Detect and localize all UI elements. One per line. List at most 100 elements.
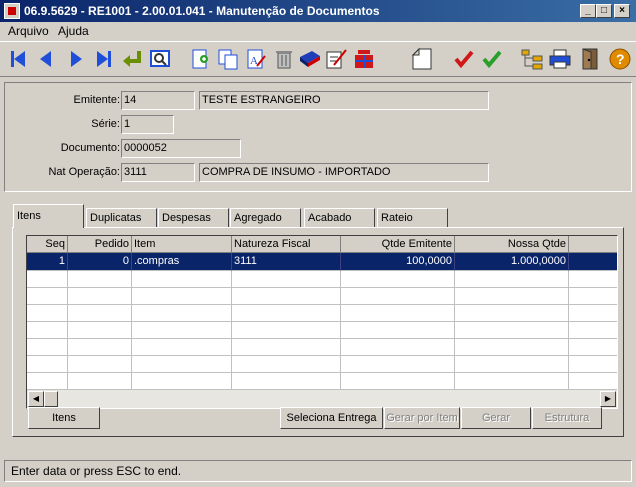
table-row[interactable]: 1 0 .compras 3111 100,0000 1.000,0000 (27, 253, 617, 271)
empty-cell (341, 373, 455, 390)
cell-filler (569, 253, 617, 271)
empty-cell (132, 339, 232, 356)
edit-icon[interactable]: A (244, 47, 268, 71)
tab-rateio[interactable]: Rateio (377, 208, 448, 228)
menu-bar: Arquivo Ajuda (0, 22, 636, 40)
col-pedido-header[interactable]: Pedido (68, 236, 132, 253)
cancel-check-icon[interactable] (452, 47, 476, 71)
print-icon[interactable] (548, 47, 572, 71)
empty-cell (455, 288, 569, 305)
gift-icon[interactable] (352, 47, 376, 71)
empty-cell (232, 288, 341, 305)
close-button[interactable]: × (614, 4, 630, 18)
documento-field[interactable]: 0000052 (121, 139, 241, 158)
tab-duplicatas[interactable]: Duplicatas (86, 208, 157, 228)
blank-page-icon[interactable] (410, 47, 434, 71)
prev-icon[interactable] (34, 47, 58, 71)
estrutura-button[interactable]: Estrutura (532, 407, 602, 429)
copy-icon[interactable] (216, 47, 240, 71)
empty-cell (68, 288, 132, 305)
emitente-name-field: TESTE ESTRANGEIRO (199, 91, 489, 110)
empty-cell (569, 373, 617, 390)
empty-cell (68, 322, 132, 339)
tree-icon[interactable] (520, 47, 544, 71)
empty-cell (341, 322, 455, 339)
first-icon[interactable] (6, 47, 30, 71)
col-item-header[interactable]: Item (132, 236, 232, 253)
itens-button[interactable]: Itens (28, 407, 100, 429)
goto-icon[interactable] (120, 47, 144, 71)
serie-label: Série: (91, 118, 120, 130)
itens-tab-panel: Seq Pedido Item Natureza Fiscal Qtde Emi… (12, 227, 624, 437)
natop-code-field[interactable]: 3111 (121, 163, 195, 182)
new-icon[interactable] (188, 47, 212, 71)
tab-acabado[interactable]: Acabado (304, 208, 375, 228)
next-icon[interactable] (64, 47, 88, 71)
col-natureza-header[interactable]: Natureza Fiscal (232, 236, 341, 253)
tab-despesas[interactable]: Despesas (158, 208, 229, 228)
items-grid[interactable]: Seq Pedido Item Natureza Fiscal Qtde Emi… (26, 235, 618, 409)
svg-text:?: ? (616, 51, 625, 67)
empty-cell (68, 339, 132, 356)
last-icon[interactable] (92, 47, 116, 71)
col-filler-header (569, 236, 617, 253)
empty-row (27, 339, 617, 357)
empty-cell (232, 322, 341, 339)
empty-cell (232, 305, 341, 322)
empty-cell (455, 271, 569, 288)
horizontal-scrollbar[interactable]: ◀ ▶ (27, 390, 617, 408)
seleciona-entrega-button[interactable]: Seleciona Entrega (280, 407, 383, 429)
tab-itens[interactable]: Itens (13, 204, 84, 228)
help-icon[interactable]: ? (608, 47, 632, 71)
gerar-button[interactable]: Gerar (461, 407, 531, 429)
status-bar: Enter data or press ESC to end. (4, 460, 632, 482)
books-icon[interactable] (298, 47, 322, 71)
empty-cell (132, 373, 232, 390)
tab-agregado[interactable]: Agregado (230, 208, 301, 228)
empty-cell (569, 271, 617, 288)
search-icon[interactable] (148, 47, 172, 71)
app-icon[interactable] (4, 3, 20, 19)
menu-arquivo[interactable]: Arquivo (8, 24, 49, 38)
empty-cell (27, 373, 68, 390)
confirm-check-icon[interactable] (480, 47, 504, 71)
gerar-por-item-button[interactable]: Gerar por Item (384, 407, 460, 429)
empty-cell (68, 271, 132, 288)
empty-cell (341, 288, 455, 305)
empty-cell (132, 288, 232, 305)
scroll-left-icon[interactable]: ◀ (28, 391, 44, 407)
emitente-code-field[interactable]: 14 (121, 91, 195, 110)
cell-item: .compras (132, 253, 232, 271)
empty-row (27, 271, 617, 289)
maximize-button[interactable]: □ (596, 4, 612, 18)
empty-cell (455, 322, 569, 339)
serie-field[interactable]: 1 (121, 115, 174, 134)
delete-icon[interactable] (272, 47, 296, 71)
col-nossa-qtde-header[interactable]: Nossa Qtde (455, 236, 569, 253)
empty-cell (341, 356, 455, 373)
empty-row (27, 288, 617, 306)
col-seq-header[interactable]: Seq (27, 236, 68, 253)
natop-desc-field: COMPRA DE INSUMO - IMPORTADO (199, 163, 489, 182)
scroll-thumb[interactable] (44, 391, 58, 407)
empty-cell (68, 373, 132, 390)
empty-cell (455, 356, 569, 373)
exit-icon[interactable] (578, 47, 602, 71)
empty-cell (232, 356, 341, 373)
natop-label: Nat Operação: (48, 166, 120, 178)
minimize-button[interactable]: _ (580, 4, 596, 18)
cell-natureza: 3111 (232, 253, 341, 271)
signature-icon[interactable] (324, 47, 348, 71)
emitente-label: Emitente: (73, 94, 120, 106)
scroll-right-icon[interactable]: ▶ (600, 391, 616, 407)
empty-row (27, 305, 617, 323)
col-qtde-emitente-header[interactable]: Qtde Emitente (341, 236, 455, 253)
cell-seq: 1 (27, 253, 68, 271)
empty-cell (132, 305, 232, 322)
cell-qtde-emitente: 100,0000 (341, 253, 455, 271)
cell-pedido: 0 (68, 253, 132, 271)
documento-label: Documento: (60, 142, 120, 154)
empty-cell (232, 373, 341, 390)
empty-cell (132, 356, 232, 373)
menu-ajuda[interactable]: Ajuda (58, 24, 89, 38)
